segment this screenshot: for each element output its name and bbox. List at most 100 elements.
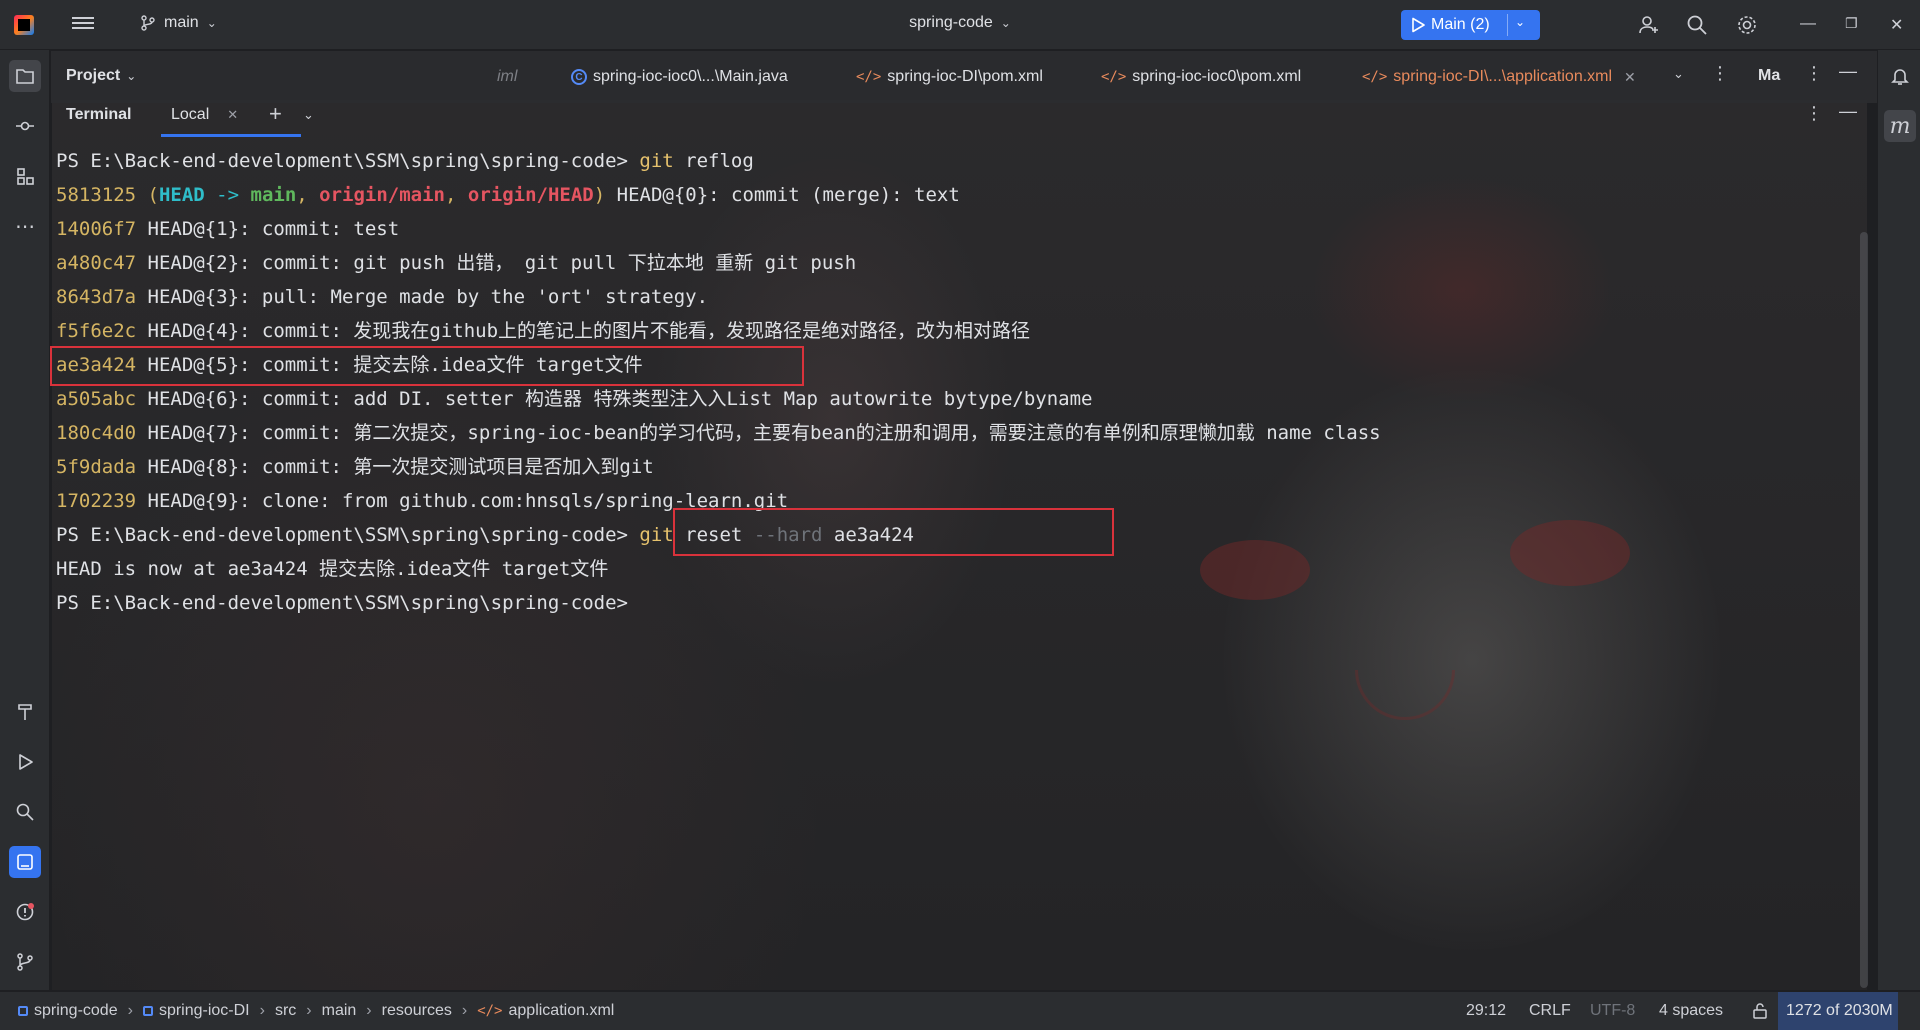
tabs-overflow-chevron-icon[interactable]: ⌄ xyxy=(1673,66,1684,82)
structure-tool-button[interactable] xyxy=(9,160,41,192)
more-options-icon[interactable]: ⋮ xyxy=(1805,103,1823,124)
reflog-text: HEAD@{7}: commit: 第二次提交，spring-ioc-bean的… xyxy=(136,422,1381,444)
main-menu-icon[interactable] xyxy=(72,14,94,32)
xml-icon: </> xyxy=(1101,69,1127,85)
editor-tab-row: Project ⌄ iml C spring-ioc-ioc0\...\Main.… xyxy=(51,51,1877,103)
terminal-tab-local[interactable]: Local ✕ xyxy=(171,106,238,124)
caret-position[interactable]: 29:12 xyxy=(1466,1002,1506,1020)
file-encoding[interactable]: UTF-8 xyxy=(1590,1002,1635,1020)
close-tab-icon[interactable]: ✕ xyxy=(227,107,238,122)
ref-origin-head: origin/HEAD xyxy=(467,184,594,206)
chevron-down-icon: ⌄ xyxy=(126,69,137,83)
run-tool-button[interactable] xyxy=(9,746,41,778)
commit-icon xyxy=(16,121,34,131)
restore-window-icon[interactable]: ❐ xyxy=(1845,15,1858,32)
add-user-icon[interactable] xyxy=(1638,14,1660,36)
indent-setting[interactable]: 4 spaces xyxy=(1659,1002,1723,1020)
reflog-text: HEAD@{4}: commit: 发现我在github上的笔记上的图片不能看，… xyxy=(136,320,1031,342)
breadcrumb-item[interactable]: main xyxy=(322,1002,357,1020)
breadcrumb-item[interactable]: src xyxy=(275,1002,296,1020)
prompt: PS E:\Back-end-development\SSM\spring\sp… xyxy=(56,150,628,172)
ref-paren: ) xyxy=(593,184,606,206)
terminal-icon xyxy=(17,854,33,870)
commit-hash: a505abc xyxy=(56,388,137,410)
problems-tool-button[interactable] xyxy=(9,896,41,928)
chevron-down-icon[interactable]: ⌄ xyxy=(303,107,314,123)
breadcrumb: spring-code › spring-ioc-DI › src › main… xyxy=(18,1002,614,1020)
find-tool-button[interactable] xyxy=(9,796,41,828)
side-panel-tab-label[interactable]: Ma xyxy=(1758,67,1780,85)
more-tools-icon[interactable]: ⋯ xyxy=(9,210,41,242)
title-bar: main ⌄ spring-code ⌄ Main (2) ⌄ — ❐ ✕ xyxy=(0,0,1920,50)
highlight-box xyxy=(673,508,1114,556)
terminal-output[interactable]: PS E:\Back-end-development\SSM\spring\sp… xyxy=(56,144,1856,984)
search-icon[interactable] xyxy=(1686,14,1708,36)
run-config-button[interactable]: Main (2) ⌄ xyxy=(1401,10,1540,40)
terminal-line: HEAD is now at ae3a424 提交去除.idea文件 targe… xyxy=(56,552,1856,586)
terminal-line: PS E:\Back-end-development\SSM\spring\sp… xyxy=(56,144,1856,178)
minimize-window-icon[interactable]: — xyxy=(1800,15,1816,33)
commit-hash: 14006f7 xyxy=(56,218,137,240)
breadcrumb-item[interactable]: spring-code xyxy=(34,1002,118,1020)
chevron-right-icon: › xyxy=(127,1002,133,1019)
tab-label: spring-ioc-DI\pom.xml xyxy=(887,68,1043,85)
line-separator[interactable]: CRLF xyxy=(1529,1002,1571,1020)
editor-tab[interactable]: C spring-ioc-ioc0\...\Main.java xyxy=(571,68,788,86)
branch-icon xyxy=(141,15,155,31)
editor-tab[interactable]: </> spring-ioc-DI\pom.xml xyxy=(856,68,1043,86)
branch-name: main xyxy=(164,14,199,31)
breadcrumb-item[interactable]: resources xyxy=(382,1002,452,1020)
editor-tab[interactable]: </> spring-ioc-ioc0\pom.xml xyxy=(1101,68,1301,86)
prompt: PS E:\Back-end-development\SSM\spring\sp… xyxy=(56,592,628,614)
intellij-logo-icon xyxy=(14,15,34,35)
reflog-text: HEAD@{0}: commit (merge): text xyxy=(605,184,960,206)
settings-gear-icon[interactable] xyxy=(1736,14,1758,36)
chevron-down-icon: ⌄ xyxy=(206,16,217,30)
new-terminal-tab-icon[interactable]: + xyxy=(269,101,282,127)
project-name: spring-code xyxy=(909,14,993,31)
status-bar: spring-code › spring-ioc-DI › src › main… xyxy=(0,991,1920,1030)
git-tool-button[interactable] xyxy=(9,946,41,978)
terminal-line: 8643d7a HEAD@{3}: pull: Merge made by th… xyxy=(56,280,1856,314)
terminal-header: Terminal Local ✕ + ⌄ ⋮ — xyxy=(51,97,1877,137)
project-label: Project xyxy=(66,67,121,84)
build-tool-button[interactable] xyxy=(9,696,41,728)
commit-hash: 180c4d0 xyxy=(56,422,137,444)
project-tool-button[interactable] xyxy=(9,60,41,92)
terminal-line: a505abc HEAD@{6}: commit: add DI. setter… xyxy=(56,382,1856,416)
terminal-tool-button[interactable] xyxy=(9,846,41,878)
command: git xyxy=(639,524,674,546)
ref-sep: , xyxy=(296,184,320,206)
minimize-panel-icon[interactable]: — xyxy=(1839,61,1857,82)
project-view-selector[interactable]: Project ⌄ xyxy=(66,67,136,85)
minimize-panel-icon[interactable]: — xyxy=(1839,101,1857,122)
memory-indicator[interactable]: 1272 of 2030M xyxy=(1778,992,1898,1030)
close-window-icon[interactable]: ✕ xyxy=(1890,15,1903,35)
commit-hash: 5813125 xyxy=(56,184,137,206)
lock-icon[interactable] xyxy=(1751,1002,1769,1020)
git-branch-icon xyxy=(17,953,33,971)
editor-tab-active[interactable]: </> spring-ioc-DI\...\application.xml ✕ xyxy=(1362,68,1636,86)
more-options-icon[interactable]: ⋮ xyxy=(1805,63,1823,84)
maven-tool-button[interactable]: m xyxy=(1884,110,1916,142)
xml-icon: </> xyxy=(1362,69,1388,85)
terminal-line: PS E:\Back-end-development\SSM\spring\sp… xyxy=(56,586,1856,620)
editor-tab[interactable]: iml xyxy=(497,68,517,86)
notifications-tool-button[interactable] xyxy=(1884,60,1916,92)
commit-hash: 5f9dada xyxy=(56,456,137,478)
terminal-title: Terminal xyxy=(66,106,132,123)
reflog-text: HEAD@{2}: commit: git push 出错， git pull … xyxy=(136,252,857,274)
chevron-down-icon[interactable]: ⌄ xyxy=(1515,15,1525,29)
xml-icon: </> xyxy=(856,69,882,85)
breadcrumb-item[interactable]: spring-ioc-DI xyxy=(159,1002,250,1020)
project-switcher[interactable]: spring-code ⌄ xyxy=(0,14,1920,32)
vcs-branch-widget[interactable]: main ⌄ xyxy=(140,14,217,32)
output-text: HEAD is now at ae3a424 提交去除.idea文件 targe… xyxy=(56,558,609,580)
chevron-right-icon: › xyxy=(366,1002,372,1019)
breadcrumb-item[interactable]: application.xml xyxy=(509,1002,615,1020)
more-options-icon[interactable]: ⋮ xyxy=(1711,63,1729,84)
commit-tool-button[interactable] xyxy=(9,110,41,142)
close-tab-icon[interactable]: ✕ xyxy=(1624,69,1636,86)
terminal-scrollbar[interactable] xyxy=(1860,232,1868,988)
highlight-box xyxy=(50,346,804,386)
